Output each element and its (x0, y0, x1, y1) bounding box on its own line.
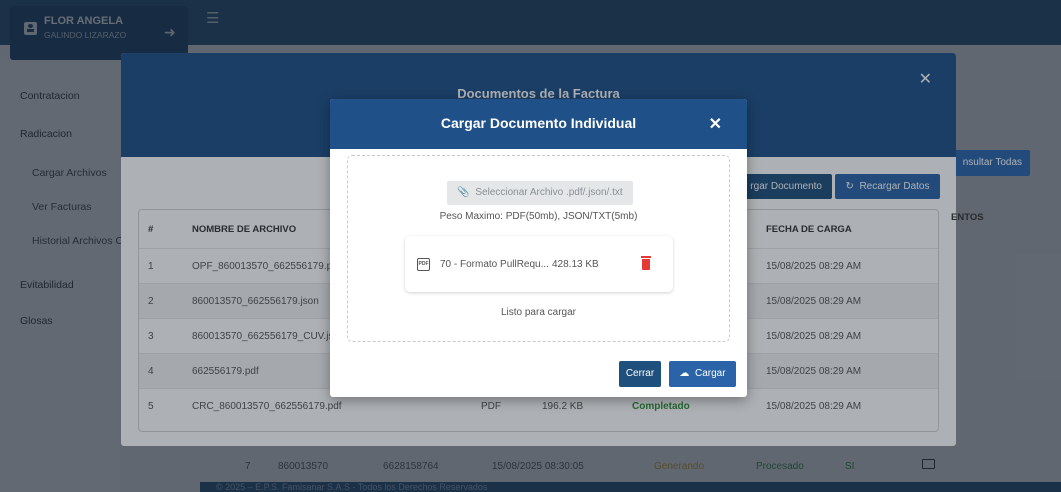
trash-icon[interactable] (641, 256, 651, 270)
file-dropzone[interactable]: 📎 Seleccionar Archivo .pdf/.json/.txt Pe… (347, 155, 730, 342)
file-size: 428.13 KB (552, 259, 599, 270)
close-icon[interactable]: ✕ (709, 114, 722, 134)
max-size-text: Peso Maximo: PDF(50mb), JSON/TXT(5mb) (439, 211, 638, 222)
upload-status: Listo para cargar (500, 307, 577, 318)
select-file-button[interactable]: 📎 Seleccionar Archivo .pdf/.json/.txt (447, 181, 633, 205)
select-file-label: Seleccionar Archivo .pdf/.json/.txt (475, 187, 623, 198)
file-name: 70 - Formato PullRequ... (440, 259, 549, 270)
cloud-upload-icon: ☁ (679, 368, 690, 379)
selected-file-item: PDF 70 - Formato PullRequ... 428.13 KB (405, 236, 673, 292)
paperclip-icon: 📎 (457, 187, 470, 198)
upload-modal-title: Cargar Documento Individual (440, 115, 637, 131)
upload-modal: Cargar Documento Individual ✕ 📎 Seleccio… (330, 99, 747, 397)
cargar-label: Cargar (694, 368, 726, 379)
cerrar-button[interactable]: Cerrar (619, 361, 661, 387)
upload-modal-header: Cargar Documento Individual ✕ (330, 99, 747, 149)
cargar-button[interactable]: ☁ Cargar (669, 361, 736, 387)
pdf-file-icon: PDF (417, 258, 430, 271)
